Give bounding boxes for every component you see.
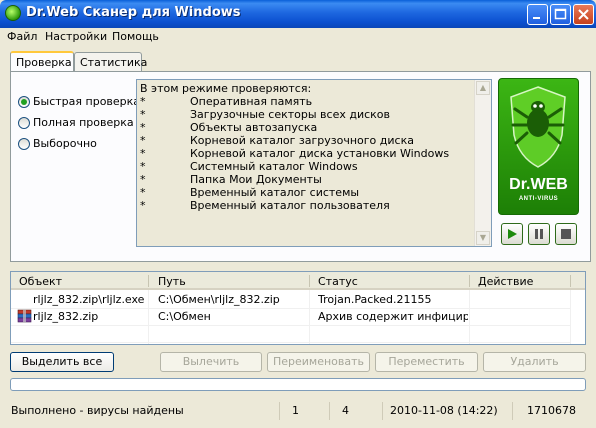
- col-path[interactable]: Путь: [158, 275, 186, 288]
- info-item: * Временный каталог пользователя: [140, 199, 390, 212]
- pause-icon: [535, 229, 543, 239]
- maximize-button[interactable]: [550, 4, 571, 25]
- drweb-logo: Dr.WEB ANTI-VIRUS: [498, 78, 579, 215]
- mode-custom-label: Выборочно: [33, 137, 97, 150]
- mode-quick-label: Быстрая проверка: [33, 95, 141, 108]
- status-number: 1710678: [512, 402, 592, 420]
- scanner-window: Dr.Web Сканер для Windows Файл Настройки…: [0, 0, 596, 428]
- cell-status: Trojan.Packed.21155: [318, 293, 432, 306]
- start-button[interactable]: [501, 223, 523, 245]
- title-bar[interactable]: Dr.Web Сканер для Windows: [0, 0, 596, 28]
- menu-file[interactable]: Файл: [7, 30, 37, 43]
- info-item: * Корневой каталог диска установки Window…: [140, 147, 450, 160]
- info-item: * Оперативная память: [140, 95, 313, 108]
- mode-full-label: Полная проверка: [33, 116, 134, 129]
- info-item: * Системный каталог Windows: [140, 160, 358, 173]
- info-scrollbar[interactable]: ▲ ▼: [474, 80, 491, 246]
- close-button[interactable]: [573, 4, 594, 25]
- info-item: * Объекты автозапуска: [140, 121, 318, 134]
- minimize-button[interactable]: [527, 4, 548, 25]
- radio-unselected[interactable]: [18, 137, 30, 150]
- mode-quick[interactable]: Быстрая проверка: [18, 95, 140, 108]
- scan-info-box: В этом режиме проверяются: * Оперативная …: [136, 79, 492, 247]
- table-row[interactable]: rljlz_832.zip C:\Обмен Архив содержит ин…: [11, 308, 571, 325]
- cell-object: rljlz_832.zip\rljlz.exe: [33, 293, 145, 306]
- logo-sub: ANTI-VIRUS: [518, 196, 559, 202]
- status-datetime: 2010-11-08 (14:22): [382, 402, 512, 420]
- table-row[interactable]: rljlz_832.zip\rljlz.exe C:\Обмен\rljlz_8…: [11, 291, 571, 308]
- status-message: Выполнено - вирусы найдены: [11, 404, 184, 417]
- info-item: * Корневой каталог загрузочного диска: [140, 134, 414, 147]
- cure-button[interactable]: Вылечить: [160, 352, 262, 372]
- cell-object: rljlz_832.zip: [33, 310, 99, 323]
- info-heading: В этом режиме проверяются:: [140, 82, 312, 95]
- drweb-spider-icon: [5, 5, 21, 21]
- info-item: * Временный каталог системы: [140, 186, 360, 199]
- mode-full[interactable]: Полная проверка: [18, 116, 134, 129]
- menu-bar: Файл Настройки Помощь: [0, 28, 596, 46]
- col-action[interactable]: Действие: [478, 275, 533, 288]
- results-header: Объект Путь Статус Действие: [11, 272, 585, 290]
- move-button[interactable]: Переместить: [375, 352, 478, 372]
- play-icon: [508, 229, 517, 239]
- tab-scan[interactable]: Проверка: [10, 51, 74, 72]
- scroll-up-icon[interactable]: ▲: [476, 81, 490, 95]
- scroll-down-icon[interactable]: ▼: [476, 231, 490, 245]
- status-count-2: 4: [329, 402, 382, 420]
- menu-settings[interactable]: Настройки: [45, 30, 107, 43]
- stop-button[interactable]: [555, 223, 577, 245]
- delete-button[interactable]: Удалить: [483, 352, 586, 372]
- rename-button[interactable]: Переименовать: [267, 352, 370, 372]
- tab-statistics[interactable]: Статистика: [74, 52, 147, 71]
- cell-path: C:\Обмен: [158, 310, 211, 323]
- col-object[interactable]: Объект: [19, 275, 62, 288]
- info-item: * Папка Мои Документы: [140, 173, 322, 186]
- menu-help[interactable]: Помощь: [112, 30, 159, 43]
- col-status[interactable]: Статус: [318, 275, 358, 288]
- select-all-button[interactable]: Выделить все: [10, 352, 114, 372]
- scan-panel: Быстрая проверка Полная проверка Выбороч…: [10, 71, 591, 262]
- pause-button[interactable]: [528, 223, 550, 245]
- archive-icon: [17, 309, 32, 323]
- scan-progress-bar: [10, 378, 586, 391]
- info-item: * Загрузочные секторы всех дисков: [140, 108, 391, 121]
- radio-unselected[interactable]: [18, 116, 30, 129]
- status-count-1: 1: [279, 402, 329, 420]
- minimize-icon: [533, 17, 540, 19]
- results-table: Объект Путь Статус Действие rljlz_832.zi…: [10, 271, 586, 345]
- close-icon: [578, 9, 589, 20]
- stop-icon: [561, 229, 571, 239]
- radio-selected[interactable]: [18, 95, 30, 108]
- cell-status: Архив содержит инфициp...: [318, 310, 468, 323]
- mode-custom[interactable]: Выборочно: [18, 137, 97, 150]
- maximize-icon: [554, 8, 567, 20]
- spider-shield-icon: [510, 86, 566, 168]
- status-bar: Выполнено - вирусы найдены 1 4 2010-11-0…: [0, 398, 596, 428]
- window-title: Dr.Web Сканер для Windows: [26, 5, 241, 20]
- logo-brand: Dr.WEB: [509, 176, 568, 193]
- cell-path: C:\Обмен\rljlz_832.zip: [158, 293, 280, 306]
